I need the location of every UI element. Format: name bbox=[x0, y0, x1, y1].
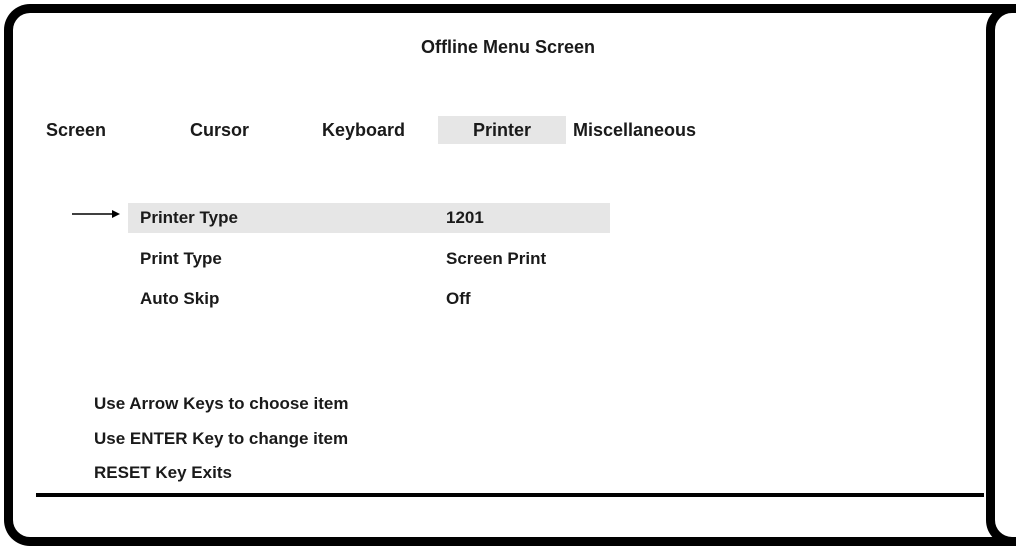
tab-cursor[interactable]: Cursor bbox=[190, 116, 249, 144]
tab-printer[interactable]: Printer bbox=[438, 116, 566, 144]
menu-tab-bar: Screen Cursor Keyboard Printer Miscellan… bbox=[0, 116, 1016, 144]
tab-miscellaneous[interactable]: Miscellaneous bbox=[573, 116, 696, 144]
setting-label: Auto Skip bbox=[140, 289, 220, 308]
help-text-arrow-keys: Use Arrow Keys to choose item bbox=[94, 394, 349, 413]
setting-value: 1201 bbox=[446, 208, 484, 227]
right-arrow-icon bbox=[72, 210, 120, 218]
tab-keyboard[interactable]: Keyboard bbox=[322, 116, 405, 144]
setting-row-auto-skip[interactable]: Auto Skip Off bbox=[128, 284, 610, 314]
help-text-enter-key: Use ENTER Key to change item bbox=[94, 429, 349, 448]
setting-value: Off bbox=[446, 289, 471, 308]
help-text-reset-key: RESET Key Exits bbox=[94, 463, 232, 482]
setting-row-printer-type[interactable]: Printer Type 1201 bbox=[128, 203, 610, 233]
bottom-divider bbox=[36, 493, 984, 497]
setting-row-print-type[interactable]: Print Type Screen Print bbox=[128, 244, 610, 274]
setting-label: Printer Type bbox=[140, 208, 238, 227]
screen-frame-right-edge bbox=[986, 4, 1016, 546]
setting-value: Screen Print bbox=[446, 249, 547, 268]
tab-screen[interactable]: Screen bbox=[46, 116, 106, 144]
page-title: Offline Menu Screen bbox=[420, 37, 596, 57]
setting-label: Print Type bbox=[140, 249, 222, 268]
